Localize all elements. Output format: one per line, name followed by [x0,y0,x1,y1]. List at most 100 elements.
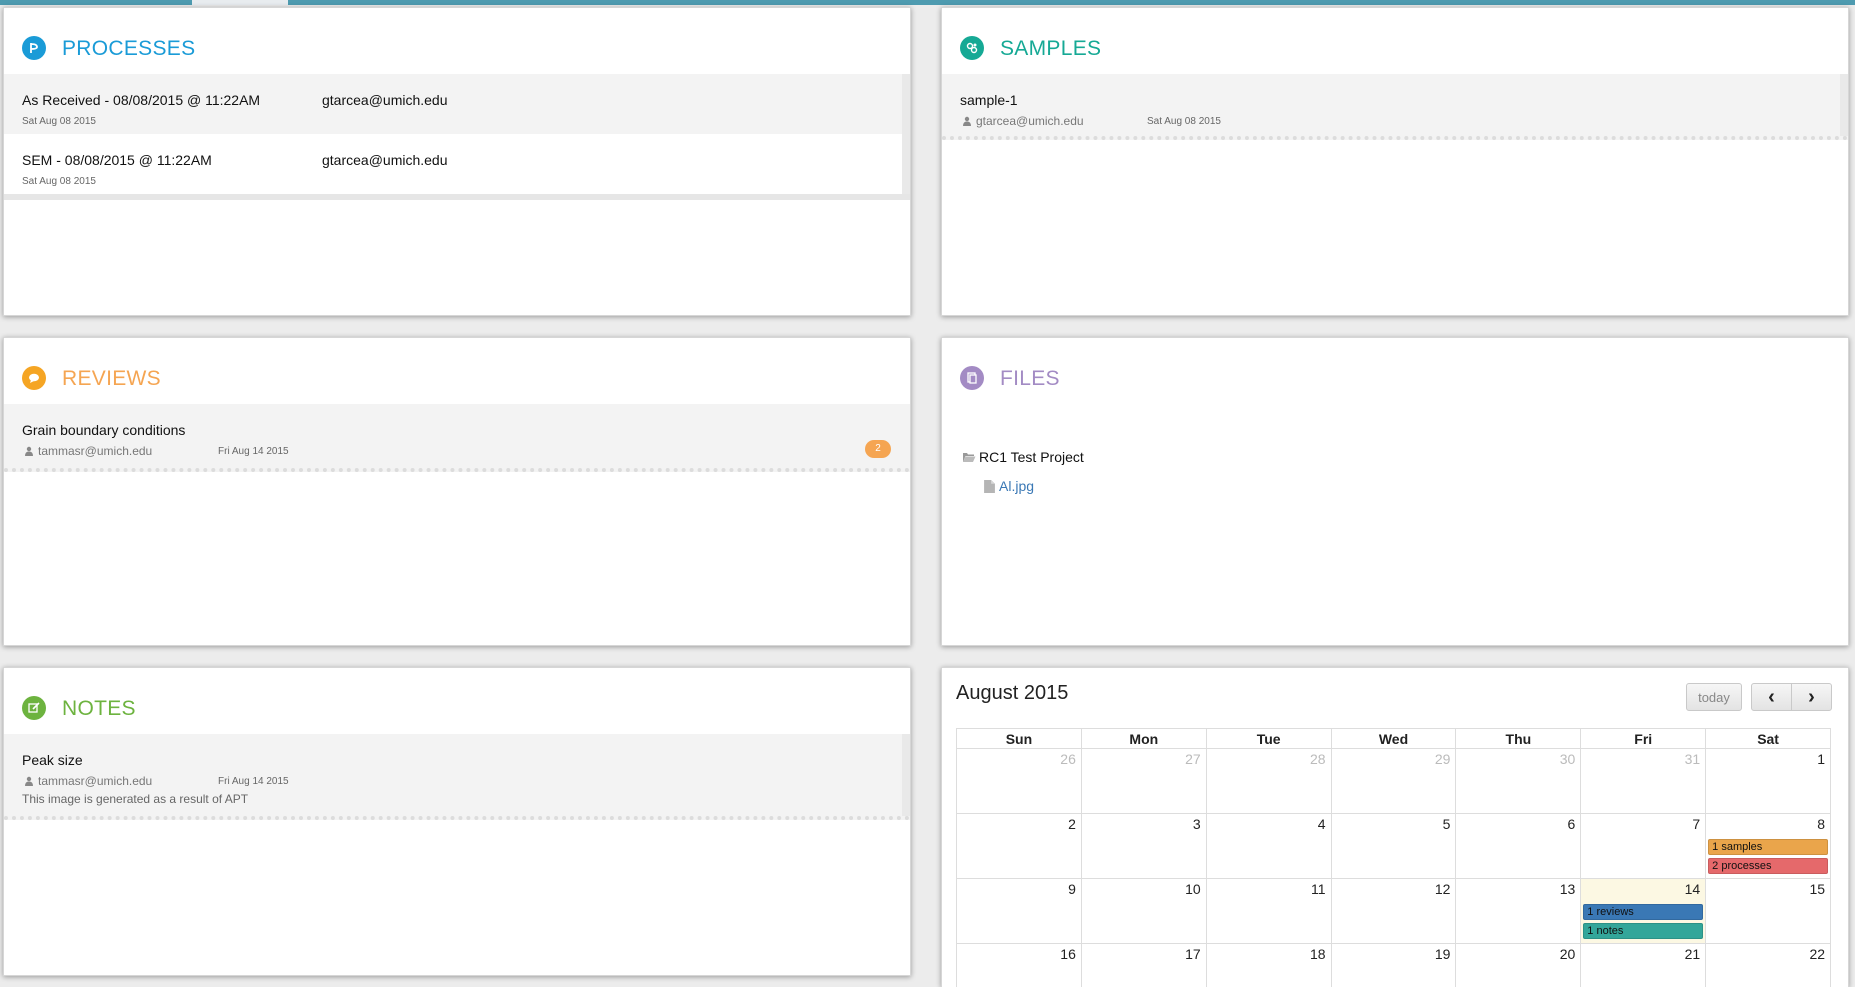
scrollbar[interactable] [902,734,910,816]
weekday-thu: Thu [1456,729,1582,749]
calendar-day[interactable]: 30 [1456,749,1582,814]
calendar-day[interactable]: 16 [957,944,1082,987]
next-month-button[interactable]: › [1791,683,1832,711]
day-number: 18 [1310,946,1326,962]
scrollbar[interactable] [902,74,910,194]
weekday-sun: Sun [957,729,1082,749]
samples-title: SAMPLES [1000,37,1102,60]
file-link[interactable]: Al.jpg [999,478,1034,494]
day-number: 1 [1817,751,1826,767]
day-number: 12 [1434,881,1451,897]
comment-count: 2 [875,443,881,454]
process-owner: gtarcea@umich.edu [322,152,448,168]
calendar-day[interactable]: 2 [957,814,1082,879]
day-number: 7 [1692,816,1701,832]
scrollbar[interactable] [1840,74,1848,136]
process-date: Sat Aug 08 2015 [22,116,96,127]
calendar-day[interactable]: 17 [1082,944,1207,987]
user-icon [25,446,33,456]
list-item[interactable]: Peak size tammasr@umich.edu Fri Aug 14 2… [4,734,910,820]
calendar-day[interactable]: 12 [1331,879,1457,944]
processes-panel: PROCESSES As Received - 08/08/2015 @ 11:… [3,7,911,316]
calendar-day[interactable]: 5 [1331,814,1457,879]
process-name[interactable]: As Received - 08/08/2015 @ 11:22AM [22,92,260,108]
calendar-day[interactable]: 13 [1456,879,1582,944]
chat-bubble-icon [22,366,46,390]
user-icon [25,776,33,786]
process-name[interactable]: SEM - 08/08/2015 @ 11:22AM [22,152,212,168]
files-title: FILES [1000,367,1060,390]
weekday-fri: Fri [1581,729,1707,749]
calendar-day[interactable]: 4 [1206,814,1332,879]
list-item[interactable]: As Received - 08/08/2015 @ 11:22AM gtarc… [4,74,910,134]
comment-count-badge[interactable]: 2 [865,440,891,458]
calendar-day[interactable]: 9 [957,879,1082,944]
calendar-day[interactable]: 19 [1332,944,1457,987]
review-owner-row: tammasr@umich.edu [24,444,152,458]
note-body: This image is generated as a result of A… [22,792,249,806]
event-samples[interactable]: 1 samples [1708,839,1829,855]
processes-header: PROCESSES [4,8,910,74]
calendar-week: 16 17 18 19 20 21 22 [957,944,1832,987]
samples-header: SAMPLES [942,8,1848,74]
weekday-header: Sun Mon Tue Wed Thu Fri Sat [957,729,1832,749]
calendar-day[interactable]: 18 [1207,944,1332,987]
day-number: 31 [1684,751,1701,767]
calendar-day[interactable]: 26 [957,749,1082,814]
calendar-title: August 2015 [956,682,1069,704]
today-button[interactable]: today [1686,683,1742,711]
calendar-day[interactable]: 11 [1206,879,1332,944]
calendar-day[interactable]: 6 [1456,814,1582,879]
weekday-sat: Sat [1706,729,1832,749]
folder-row[interactable]: RC1 Test Project [962,449,1084,465]
calendar-day[interactable]: 20 [1456,944,1582,987]
calendar-day[interactable]: 8 1 samples 2 processes [1706,814,1832,879]
calendar-day[interactable]: 22 [1706,944,1832,987]
weekday-mon: Mon [1081,729,1207,749]
sample-owner-row: gtarcea@umich.edu [962,114,1084,128]
calendar-day[interactable]: 21 [1581,944,1707,987]
event-notes[interactable]: 1 notes [1583,923,1704,939]
note-owner: tammasr@umich.edu [38,774,153,788]
day-number: 4 [1317,816,1326,832]
calendar-day[interactable]: 15 [1706,879,1832,944]
day-number: 10 [1185,881,1201,897]
sample-name[interactable]: sample-1 [960,92,1018,108]
process-date: Sat Aug 08 2015 [22,176,96,187]
list-item[interactable]: Grain boundary conditions tammasr@umich.… [4,404,910,472]
day-number: 30 [1559,751,1576,767]
calendar-day[interactable]: 3 [1081,814,1207,879]
day-number: 29 [1434,751,1451,767]
calendar-day-today[interactable]: 14 1 reviews 1 notes [1581,879,1707,944]
calendar-panel: August 2015 today ‹ › Sun Mon Tue Wed Th… [941,667,1849,987]
calendar-week: 2 3 4 5 6 7 8 1 samples 2 processes [957,814,1832,879]
event-reviews[interactable]: 1 reviews [1583,904,1704,920]
samples-icon [960,36,984,60]
list-item[interactable]: sample-1 gtarcea@umich.edu Sat Aug 08 20… [942,74,1848,140]
notes-panel: NOTES Peak size tammasr@umich.edu Fri Au… [3,667,911,976]
day-number: 11 [1311,881,1326,897]
calendar-day[interactable]: 1 [1706,749,1832,814]
day-number: 19 [1434,946,1451,962]
calendar-day[interactable]: 7 [1581,814,1707,879]
weekday-tue: Tue [1206,729,1332,749]
file-row[interactable]: Al.jpg [984,478,1034,494]
list-item[interactable]: SEM - 08/08/2015 @ 11:22AM gtarcea@umich… [4,134,910,194]
event-processes[interactable]: 2 processes [1708,858,1829,874]
processes-title: PROCESSES [62,37,196,60]
calendar-day[interactable]: 28 [1206,749,1332,814]
calendar-day[interactable]: 10 [1081,879,1207,944]
note-name[interactable]: Peak size [22,752,83,768]
calendar-day[interactable]: 31 [1581,749,1707,814]
day-number: 6 [1567,816,1576,832]
reviews-panel: REVIEWS Grain boundary conditions tammas… [3,337,911,646]
edit-note-icon [22,696,46,720]
prev-month-button[interactable]: ‹ [1751,683,1792,711]
sample-owner: gtarcea@umich.edu [976,114,1084,128]
calendar-day[interactable]: 29 [1331,749,1457,814]
files-header: FILES [942,338,1848,404]
review-name[interactable]: Grain boundary conditions [22,422,185,438]
calendar-day[interactable]: 27 [1081,749,1207,814]
reviews-title: REVIEWS [62,367,161,390]
day-number: 20 [1559,946,1576,962]
